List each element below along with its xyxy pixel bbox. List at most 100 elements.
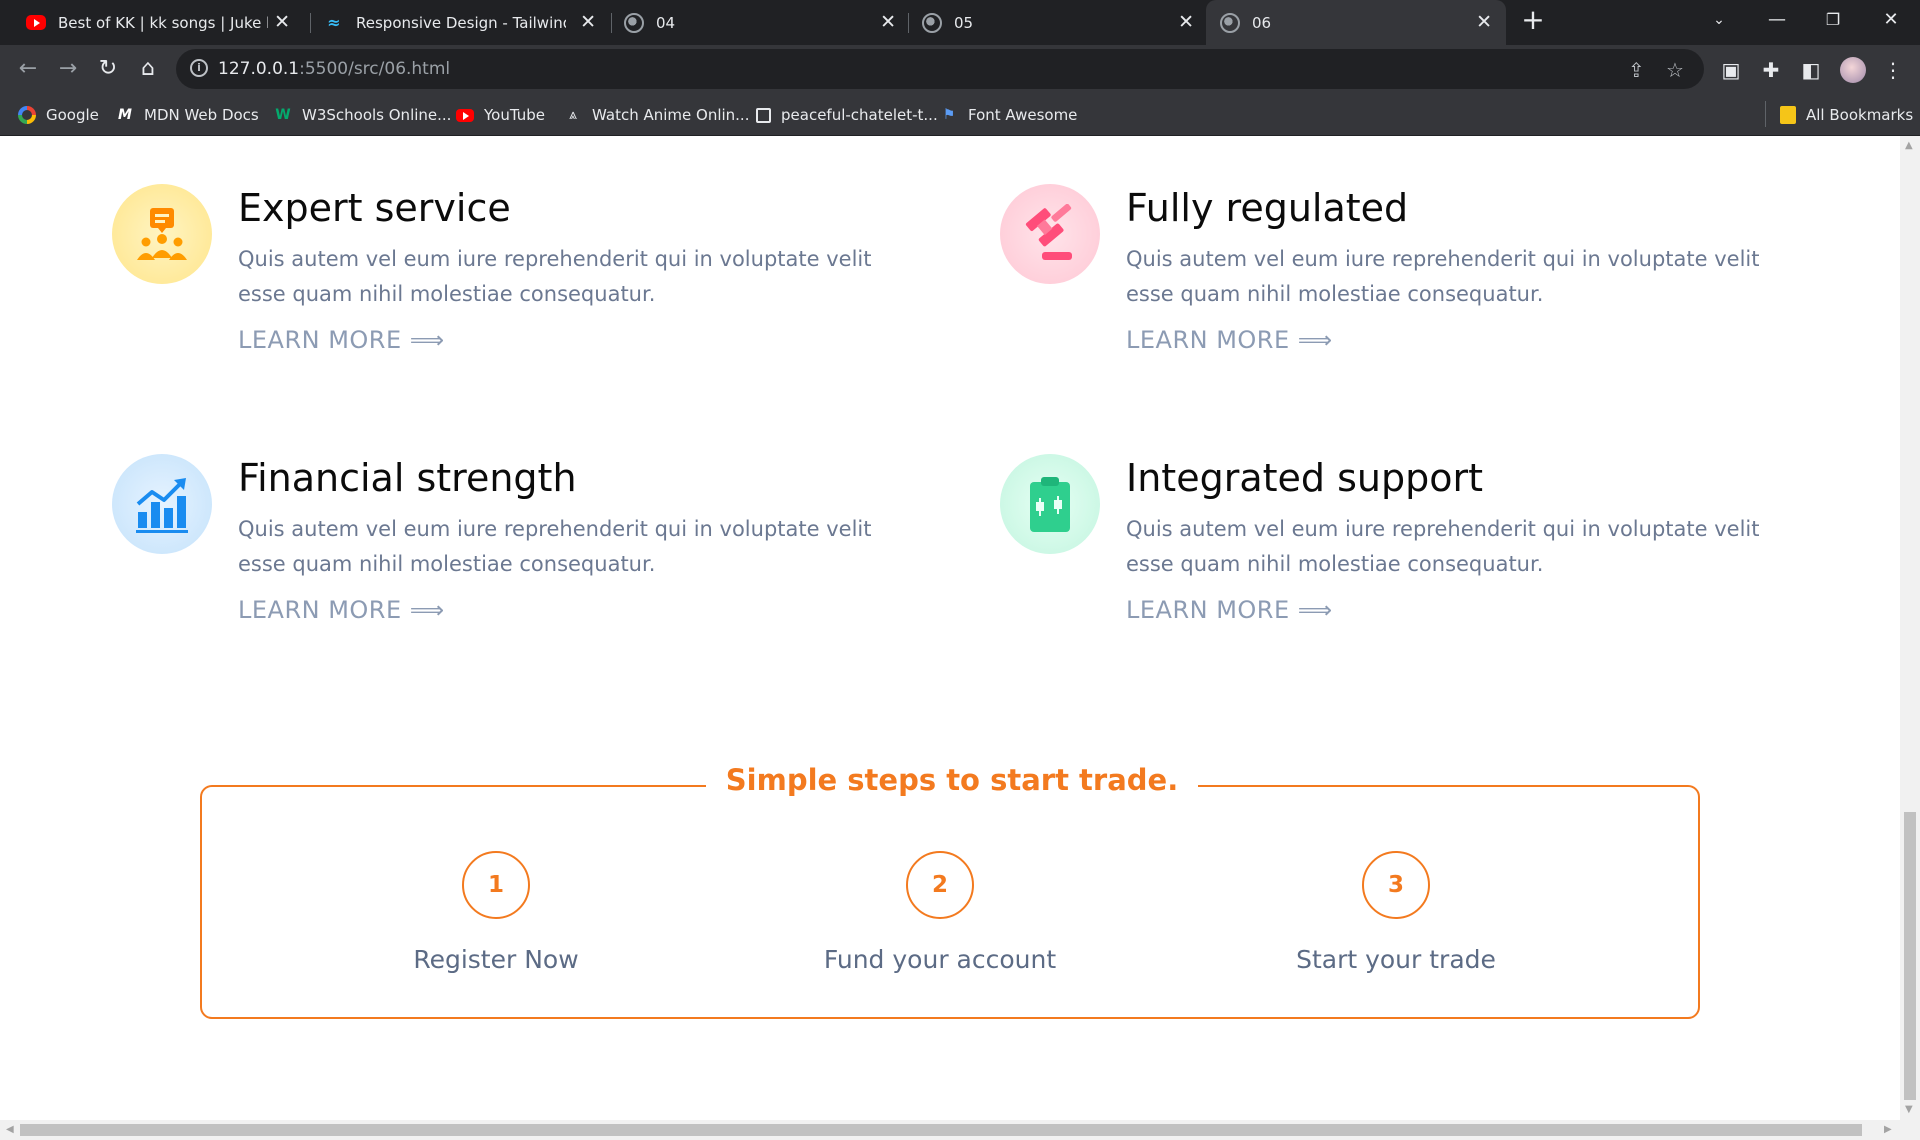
anime-icon: ⩓ bbox=[569, 107, 577, 123]
bookmarks-bar: Google M MDN Web Docs W W3Schools Online..… bbox=[0, 94, 1920, 136]
google-icon bbox=[18, 106, 36, 124]
all-bookmarks[interactable]: All Bookmarks bbox=[1780, 104, 1913, 126]
close-icon[interactable]: ✕ bbox=[580, 12, 596, 32]
tab-05[interactable]: 05 ✕ bbox=[910, 0, 1208, 45]
bookmark-anime[interactable]: ⩓ Watch Anime Onlin... bbox=[564, 104, 749, 126]
tab-tailwind[interactable]: ≈ Responsive Design - Tailwind CSS ✕ bbox=[312, 0, 610, 45]
flag-icon: ⚑ bbox=[942, 107, 956, 123]
tab-title: 06 bbox=[1252, 13, 1272, 32]
page-viewport: Expert service Quis autem vel eum iure r… bbox=[0, 136, 1900, 1120]
horizontal-scroll-thumb[interactable] bbox=[20, 1124, 1862, 1136]
tab-juke-box[interactable]: Best of KK | kk songs | Juke box | ✕ bbox=[14, 0, 304, 45]
step-number: 1 bbox=[462, 851, 530, 919]
feature-title: Expert service bbox=[238, 186, 511, 230]
step-trade: 3 Start your trade bbox=[1196, 851, 1596, 974]
feature-title: Integrated support bbox=[1126, 456, 1483, 500]
scroll-right-arrow-icon[interactable]: ▶ bbox=[1884, 1124, 1892, 1135]
bookmark-label: All Bookmarks bbox=[1806, 106, 1914, 124]
step-register: 1 Register Now bbox=[296, 851, 696, 974]
scroll-up-arrow-icon[interactable]: ▲ bbox=[1905, 140, 1913, 151]
bookmark-label: W3Schools Online... bbox=[302, 106, 452, 124]
tab-separator bbox=[310, 13, 311, 33]
step-label: Register Now bbox=[413, 945, 579, 974]
learn-more-link[interactable]: LEARN MORE ⟹ bbox=[1126, 326, 1333, 354]
url-text[interactable]: 127.0.0.1:5500/src/06.html bbox=[218, 59, 450, 79]
horizontal-scrollbar[interactable]: ◀ ▶ bbox=[0, 1120, 1920, 1140]
growth-chart-icon bbox=[112, 454, 212, 554]
tab-search-chevron-icon[interactable]: ⌄ bbox=[1694, 0, 1744, 40]
learn-more-link[interactable]: LEARN MORE ⟹ bbox=[1126, 596, 1333, 624]
home-button[interactable]: ⌂ bbox=[132, 53, 164, 85]
bookmarks-separator bbox=[1765, 101, 1766, 127]
bookmark-label: Font Awesome bbox=[968, 106, 1078, 124]
profile-avatar[interactable] bbox=[1840, 57, 1866, 83]
mdn-icon: M bbox=[118, 107, 132, 123]
tab-strip: Best of KK | kk songs | Juke box | ✕ ≈ R… bbox=[0, 0, 1920, 45]
tab-title: 04 bbox=[656, 13, 676, 32]
youtube-icon bbox=[456, 108, 474, 122]
close-icon[interactable]: ✕ bbox=[1476, 12, 1492, 32]
window-close-button[interactable]: ✕ bbox=[1866, 0, 1916, 40]
feature-description: Quis autem vel eum iure reprehenderit qu… bbox=[1126, 517, 1760, 576]
step-number: 2 bbox=[906, 851, 974, 919]
vertical-scroll-thumb[interactable] bbox=[1904, 812, 1916, 1100]
minimize-button[interactable]: — bbox=[1752, 0, 1802, 40]
url-path: :5500/src/06.html bbox=[299, 59, 451, 79]
menu-dots-icon[interactable]: ⋮ bbox=[1880, 57, 1906, 83]
back-button[interactable]: ← bbox=[12, 53, 44, 85]
folder-icon bbox=[1780, 106, 1796, 124]
learn-more-link[interactable]: LEARN MORE ⟹ bbox=[238, 596, 445, 624]
step-number: 3 bbox=[1362, 851, 1430, 919]
gavel-icon bbox=[1000, 184, 1100, 284]
youtube-icon bbox=[26, 15, 46, 30]
close-icon[interactable]: ✕ bbox=[1178, 12, 1194, 32]
feature-title: Financial strength bbox=[238, 456, 577, 500]
bookmark-peaceful[interactable]: peaceful-chatelet-t... bbox=[756, 104, 938, 126]
scroll-down-arrow-icon[interactable]: ▼ bbox=[1905, 1104, 1913, 1115]
address-bar[interactable]: i 127.0.0.1:5500/src/06.html ⇪ ☆ bbox=[176, 49, 1704, 89]
step-label: Fund your account bbox=[823, 945, 1057, 974]
bookmark-mdn[interactable]: M MDN Web Docs bbox=[116, 104, 259, 126]
step-fund: 2 Fund your account bbox=[740, 851, 1140, 974]
tab-title: Responsive Design - Tailwind CSS bbox=[356, 13, 566, 32]
steps-title-text: Simple steps to start trade. bbox=[705, 763, 1199, 797]
extension-icon[interactable]: ▣ bbox=[1718, 57, 1744, 83]
close-icon[interactable]: ✕ bbox=[880, 12, 896, 32]
clipboard-chart-icon bbox=[1000, 454, 1100, 554]
bookmark-label: YouTube bbox=[484, 106, 545, 124]
puzzle-extensions-icon[interactable]: ✚ bbox=[1758, 57, 1784, 83]
bookmark-youtube[interactable]: YouTube bbox=[456, 104, 545, 126]
tailwind-icon: ≈ bbox=[327, 12, 341, 32]
new-tab-button[interactable]: + bbox=[1508, 0, 1558, 40]
browser-toolbar: ← → ↻ ⌂ i 127.0.0.1:5500/src/06.html ⇪ ☆… bbox=[0, 45, 1920, 94]
site-info-icon[interactable]: i bbox=[190, 59, 208, 77]
bookmark-label: Google bbox=[46, 106, 99, 124]
bookmark-font-awesome[interactable]: ⚑ Font Awesome bbox=[940, 104, 1078, 126]
page-icon bbox=[756, 107, 771, 123]
globe-icon bbox=[1220, 12, 1240, 33]
tab-06-active[interactable]: 06 ✕ bbox=[1206, 0, 1506, 45]
tab-04[interactable]: 04 ✕ bbox=[612, 0, 910, 45]
scroll-left-arrow-icon[interactable]: ◀ bbox=[6, 1124, 14, 1135]
learn-more-link[interactable]: LEARN MORE ⟹ bbox=[238, 326, 445, 354]
forward-button[interactable]: → bbox=[52, 53, 84, 85]
feature-description: Quis autem vel eum iure reprehenderit qu… bbox=[1126, 247, 1760, 306]
feature-title: Fully regulated bbox=[1126, 186, 1409, 230]
bookmark-star-icon[interactable]: ☆ bbox=[1666, 58, 1684, 82]
vertical-scrollbar[interactable]: ▲ ▼ bbox=[1900, 136, 1920, 1120]
steps-heading: Simple steps to start trade. bbox=[202, 763, 1702, 797]
tab-title: Best of KK | kk songs | Juke box | bbox=[58, 13, 268, 32]
restore-button[interactable]: ❐ bbox=[1808, 0, 1858, 40]
reload-button[interactable]: ↻ bbox=[92, 53, 124, 85]
bookmark-label: peaceful-chatelet-t... bbox=[781, 106, 938, 124]
bookmark-label: MDN Web Docs bbox=[144, 106, 259, 124]
feature-description: Quis autem vel eum iure reprehenderit qu… bbox=[238, 247, 872, 306]
side-panel-icon[interactable]: ◧ bbox=[1798, 57, 1824, 83]
globe-icon bbox=[624, 12, 644, 33]
steps-section: Simple steps to start trade. 1 Register … bbox=[200, 763, 1700, 1019]
close-icon[interactable]: ✕ bbox=[274, 12, 290, 32]
share-icon[interactable]: ⇪ bbox=[1628, 58, 1645, 82]
bookmark-w3schools[interactable]: W W3Schools Online... bbox=[274, 104, 451, 126]
bookmark-google[interactable]: Google bbox=[18, 104, 99, 126]
w3schools-icon: W bbox=[275, 107, 291, 123]
